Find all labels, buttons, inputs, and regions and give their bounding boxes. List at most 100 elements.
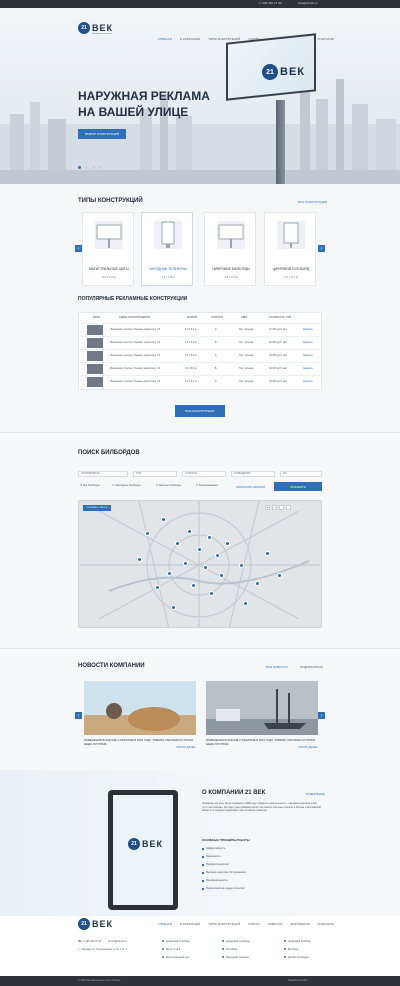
map-pin[interactable]: [277, 573, 282, 578]
footer-nav-item[interactable]: НОВОСТИ: [268, 922, 283, 926]
type-card[interactable]: ЦИФРОВЫЕ БИЛБОРДЫ 3,0 x 6,0 м: [204, 212, 256, 286]
slider-dot[interactable]: [85, 166, 88, 169]
map-pin[interactable]: [197, 547, 202, 552]
billboard-map[interactable]: ПОКАЗАТЬ СПИСОК + −: [78, 500, 322, 628]
table-row[interactable]: г. Балашиха, проспект Ленина, напротив д…: [79, 323, 323, 335]
footer-nav-item[interactable]: ГЛАВНАЯ: [158, 922, 172, 926]
table-row[interactable]: г. Балашиха, проспект Ленина, напротив д…: [79, 336, 323, 348]
map-pin[interactable]: [203, 565, 208, 570]
footer-link[interactable]: Щиты 3 на 6: [162, 948, 180, 951]
footer-nav-item[interactable]: УСЛУГИ: [248, 922, 260, 926]
row-order-link[interactable]: Заказать: [303, 367, 313, 370]
all-constructions-button[interactable]: ВСЕ КОНСТРУКЦИИ: [175, 405, 225, 417]
show-button[interactable]: ПОКАЗАТЬ: [274, 482, 322, 491]
type-card[interactable]: ЦИФРОВОЙ СИТИБОРД 2,7 x 3,7 м: [264, 212, 316, 286]
nav-item-types[interactable]: ТИПЫ КОНСТРУКЦИЙ: [208, 37, 240, 41]
footer-link[interactable]: Дизайн билборда: [284, 956, 308, 959]
map-pin[interactable]: [167, 571, 172, 576]
layers-icon[interactable]: [279, 505, 284, 510]
map-pin[interactable]: [255, 581, 260, 586]
map-pin[interactable]: [145, 531, 150, 536]
map-pin[interactable]: [171, 605, 176, 610]
map-pin[interactable]: [215, 553, 220, 558]
news-prev-arrow[interactable]: ‹: [75, 712, 82, 719]
footer-link[interactable]: Билборд: [284, 948, 298, 951]
subscribe-link[interactable]: ПОДПИСАТЬСЯ: [300, 665, 323, 669]
map-pin[interactable]: [209, 591, 214, 596]
direction-select[interactable]: НАПРАВЛЕНИЕ: [78, 471, 128, 477]
type-select[interactable]: ТИП: [133, 471, 177, 477]
side-select[interactable]: СТОРОНА: [182, 471, 226, 477]
check-busy[interactable]: ☐ Занятые билборды: [156, 484, 181, 487]
nav-item-contacts[interactable]: КОНТАКТЫ: [318, 37, 334, 41]
footer-link[interactable]: Народный телефон: [222, 956, 249, 959]
footer-link[interactable]: Цифровой билборд: [284, 940, 311, 943]
row-side: А: [215, 380, 217, 383]
news-read-more[interactable]: ЧИТАТЬ ДАЛЕЕ: [176, 746, 195, 749]
nav-item-about[interactable]: О КОМПАНИИ: [180, 37, 200, 41]
slider-dot[interactable]: [99, 166, 102, 169]
footer-nav-item[interactable]: ДОКУМЕНТЫ: [290, 922, 309, 926]
row-order-link[interactable]: Заказать: [303, 354, 313, 357]
citylight-logo-mark: 21: [128, 838, 140, 850]
map-pin[interactable]: [219, 573, 224, 578]
footer-nav-item[interactable]: КОНТАКТЫ: [318, 922, 334, 926]
types-prev-arrow[interactable]: ‹: [75, 245, 82, 252]
nav-item-home[interactable]: ГЛАВНАЯ: [158, 37, 172, 41]
map-pin[interactable]: [155, 585, 160, 590]
row-format: 3,0 x 6,0 м: [185, 367, 197, 370]
footer-link[interactable]: Магистральный щит: [162, 956, 190, 959]
news-read-more[interactable]: ЧИТАТЬ ДАЛЕЕ: [298, 746, 317, 749]
check-free[interactable]: ☐ Свободные билборды: [112, 484, 141, 487]
map-pin[interactable]: [175, 541, 180, 546]
row-order-link[interactable]: Заказать: [303, 341, 313, 344]
topbar-phone[interactable]: +7 495 440 37 90: [258, 1, 281, 5]
news-all-link[interactable]: ВСЕ НОВОСТИ: [266, 665, 288, 669]
map-pin[interactable]: [243, 601, 248, 606]
map-pin[interactable]: [207, 535, 212, 540]
developer-link[interactable]: Разработка сайта: [288, 979, 308, 982]
type-card[interactable]: МАГИСТРАЛЬНЫЕ ЩИТЫ 3,0 x 6,0 м: [82, 212, 134, 286]
news-next-arrow[interactable]: ›: [318, 712, 325, 719]
map-pin[interactable]: [161, 517, 166, 522]
table-row[interactable]: г. Балашиха, проспект Ленина, напротив д…: [79, 375, 323, 387]
news-item-title[interactable]: ИЗМЕНЕНИЯ В ЗАКОНЕ О РЕКЛАМЕ В 2016 ГОДУ…: [84, 738, 196, 746]
table-row[interactable]: г. Балашиха, проспект Ленина, напротив д…: [79, 349, 323, 361]
footer-nav-item[interactable]: О КОМПАНИИ: [180, 922, 200, 926]
map-pin[interactable]: [265, 551, 270, 556]
hero-cta-button[interactable]: ВЫБОР КОНСТРУКЦИЙ: [78, 129, 126, 139]
max-select[interactable]: ДО: [280, 471, 322, 477]
footer-email[interactable]: ✉ info@21vek.ru: [108, 940, 127, 943]
topbar-email[interactable]: info@21vek.ru: [298, 1, 317, 5]
zoom-in-icon[interactable]: +: [265, 505, 270, 510]
fullscreen-icon[interactable]: [286, 505, 291, 510]
footer-link[interactable]: Ситиборд: [222, 948, 237, 951]
map-pin[interactable]: [183, 561, 188, 566]
type-card[interactable]: НАРОДНЫЕ ТЕЛЕФОНЫ 1,2 x 1,8 м: [141, 212, 193, 286]
reset-filter-link[interactable]: СБРОСИТЬ ФИЛЬТР: [236, 485, 265, 489]
news-item-title[interactable]: ИЗМЕНЕНИЯ В ЗАКОНЕ О РЕКЛАМЕ В 2016 ГОДУ…: [206, 738, 318, 746]
types-next-arrow[interactable]: ›: [318, 245, 325, 252]
map-pin[interactable]: [191, 583, 196, 588]
footer-link[interactable]: Цифровой ситиборд: [222, 940, 250, 943]
row-order-link[interactable]: Заказать: [303, 380, 313, 383]
footer-logo[interactable]: 21 ВЕК: [78, 918, 113, 930]
map-pin[interactable]: [187, 529, 192, 534]
zoom-out-icon[interactable]: −: [272, 505, 277, 510]
light-select[interactable]: ОСВЕЩЕНИЕ: [231, 471, 275, 477]
slider-dot[interactable]: [92, 166, 95, 169]
check-all[interactable]: ☑ Все билборды: [80, 484, 100, 487]
slider-dot[interactable]: [78, 166, 81, 169]
table-row[interactable]: г. Балашиха, проспект Ленина, напротив д…: [79, 362, 323, 374]
row-order-link[interactable]: Заказать: [303, 328, 313, 331]
about-more-link[interactable]: ПОДРОБНЕЕ: [306, 792, 325, 796]
types-all-link[interactable]: ВСЕ КОНСТРУКЦИИ: [298, 200, 327, 204]
footer-phone[interactable]: ☎ +7 495 440 37 90: [78, 940, 101, 943]
map-pin[interactable]: [239, 563, 244, 568]
show-list-badge[interactable]: ПОКАЗАТЬ СПИСОК: [83, 505, 111, 511]
map-pin[interactable]: [137, 557, 142, 562]
footer-nav-item[interactable]: ТИПЫ КОНСТРУКЦИЙ: [208, 922, 240, 926]
footer-link[interactable]: Цифровой ситиборд: [162, 940, 190, 943]
map-pin[interactable]: [225, 541, 230, 546]
check-reserve[interactable]: ☐ Резервирование: [196, 484, 218, 487]
